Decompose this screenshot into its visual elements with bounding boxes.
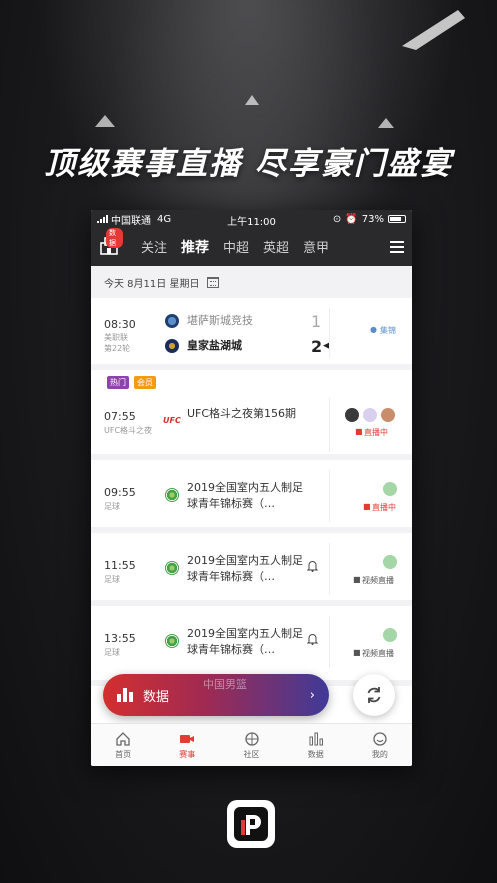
team-logo-icon xyxy=(165,314,179,328)
tab-data[interactable]: 数据 xyxy=(284,724,348,766)
match-title: 2019全国室内五人制足球青年锦标赛（… xyxy=(187,627,303,656)
football-icon xyxy=(165,634,179,648)
tab-label: 数据 xyxy=(307,749,324,759)
obscured-row-text: 中国男篮 xyxy=(203,678,247,691)
data-entry-button[interactable]: 数据 xyxy=(99,228,123,261)
match-row[interactable]: 热门 会员 07:55 UFC格斗之夜 UFC UFC格斗之夜第156期 ■ 直… xyxy=(91,370,412,460)
tab-label: 赛事 xyxy=(179,749,196,759)
avatar xyxy=(383,555,397,569)
ufc-logo: UFC xyxy=(163,416,181,425)
promo-slogan: 顶级赛事直播 尽享豪门盛宴 xyxy=(44,146,453,182)
avatar xyxy=(345,408,359,422)
tab-label: 首页 xyxy=(115,749,132,759)
avatar xyxy=(383,628,397,642)
football-icon xyxy=(165,561,179,575)
video-camera-icon: ■ xyxy=(353,575,361,584)
tab-label: 我的 xyxy=(371,749,388,759)
data-label: 数据 xyxy=(143,689,170,705)
new-badge: 数据 xyxy=(106,228,123,248)
smile-icon xyxy=(373,731,387,746)
divider xyxy=(329,616,330,668)
tab-home[interactable]: 首页 xyxy=(91,724,155,766)
home-team: 堪萨斯城竞技 xyxy=(187,314,253,327)
match-time: 11:55 xyxy=(104,559,136,572)
bottom-tab-bar: 首页 赛事 社区 数据 我的 xyxy=(91,723,412,766)
match-time: 08:30 xyxy=(104,318,136,331)
bars-icon xyxy=(309,732,323,745)
bar-chart-icon xyxy=(117,688,133,702)
live-status: 直播中 xyxy=(372,503,396,512)
bell-icon[interactable] xyxy=(307,560,318,572)
tab-profile[interactable]: 我的 xyxy=(348,724,412,766)
live-status: 视频直播 xyxy=(362,576,394,585)
live-camera-icon: ■ xyxy=(355,427,363,436)
refresh-button[interactable] xyxy=(353,674,395,716)
match-league: 足球 xyxy=(104,502,120,511)
match-time: 09:55 xyxy=(104,486,136,499)
bell-icon[interactable] xyxy=(307,633,318,645)
tab-epl[interactable]: 英超 xyxy=(263,237,289,257)
match-league: 美职联 xyxy=(104,333,128,342)
avatar xyxy=(383,482,397,496)
clock: 上午11:00 xyxy=(227,217,276,228)
match-round: 第22轮 xyxy=(104,344,131,353)
match-time: 07:55 xyxy=(104,410,136,423)
vip-tag: 会员 xyxy=(134,376,156,389)
tab-recommend[interactable]: 推荐 xyxy=(181,237,209,257)
away-score: 2 xyxy=(311,337,323,356)
tab-label: 社区 xyxy=(243,749,260,759)
match-title: UFC格斗之夜第156期 xyxy=(187,407,297,420)
away-team: 皇家盐湖城 xyxy=(187,339,242,352)
home-icon xyxy=(116,731,130,746)
date-selector[interactable]: 今天 8月11日 星期日 xyxy=(91,266,412,298)
live-camera-icon: ■ xyxy=(363,502,371,511)
match-row[interactable]: 11:55 足球 2019全国室内五人制足球青年锦标赛（… ■ 视频直播 xyxy=(91,533,412,606)
tab-serie-a[interactable]: 意甲 xyxy=(303,237,329,257)
app-logo xyxy=(227,800,275,848)
tab-community[interactable]: 社区 xyxy=(219,724,283,766)
match-title: 2019全国室内五人制足球青年锦标赛（… xyxy=(187,554,303,583)
match-row[interactable]: 08:30 美职联 第22轮 堪萨斯城竞技 皇家盐湖城 1 2 ◀ ● 集锦 xyxy=(91,298,412,370)
battery-icon xyxy=(388,215,406,223)
tab-csl[interactable]: 中超 xyxy=(223,237,249,257)
ball-icon xyxy=(244,731,259,746)
divider xyxy=(329,470,330,522)
menu-icon[interactable] xyxy=(390,241,404,253)
match-league: 足球 xyxy=(104,648,120,657)
match-title: 2019全国室内五人制足球青年锦标赛（… xyxy=(187,481,303,510)
date-label: 今天 8月11日 星期日 xyxy=(104,278,200,290)
avatar xyxy=(381,408,395,422)
highlight-icon: ● xyxy=(370,325,377,334)
camera-icon xyxy=(180,734,195,743)
team-logo-icon xyxy=(165,339,179,353)
live-status: 直播中 xyxy=(364,428,388,437)
match-league: 足球 xyxy=(104,575,120,584)
tab-events[interactable]: 赛事 xyxy=(155,724,219,766)
match-row[interactable]: 09:55 足球 2019全国室内五人制足球青年锦标赛（… ■ 直播中 xyxy=(91,460,412,533)
avatar xyxy=(363,408,377,422)
football-icon xyxy=(165,488,179,502)
match-time: 13:55 xyxy=(104,632,136,645)
tab-follow[interactable]: 关注 xyxy=(141,237,167,257)
video-camera-icon: ■ xyxy=(353,648,361,657)
data-float-button[interactable]: 数据 中国男篮 › xyxy=(103,674,329,716)
live-status: 视频直播 xyxy=(362,649,394,658)
home-score: 1 xyxy=(311,312,322,331)
calendar-icon[interactable] xyxy=(207,276,220,288)
status-bar: 中国联通 4G 上午11:00 ⊙ ⏰ 73% xyxy=(91,210,412,228)
highlight-label[interactable]: 集锦 xyxy=(380,325,396,336)
divider xyxy=(329,543,330,595)
divider xyxy=(329,308,330,358)
divider xyxy=(329,398,330,452)
brand-logo-icon xyxy=(234,807,268,841)
match-league: UFC格斗之夜 xyxy=(104,426,153,435)
chevron-right-icon: › xyxy=(309,687,315,703)
phone-screen: 中国联通 4G 上午11:00 ⊙ ⏰ 73% 数据 关注 推荐 中超 英超 意… xyxy=(91,210,412,766)
refresh-icon xyxy=(367,687,381,703)
top-nav: 数据 关注 推荐 中超 英超 意甲 xyxy=(91,228,412,266)
hot-tag: 热门 xyxy=(107,376,129,389)
